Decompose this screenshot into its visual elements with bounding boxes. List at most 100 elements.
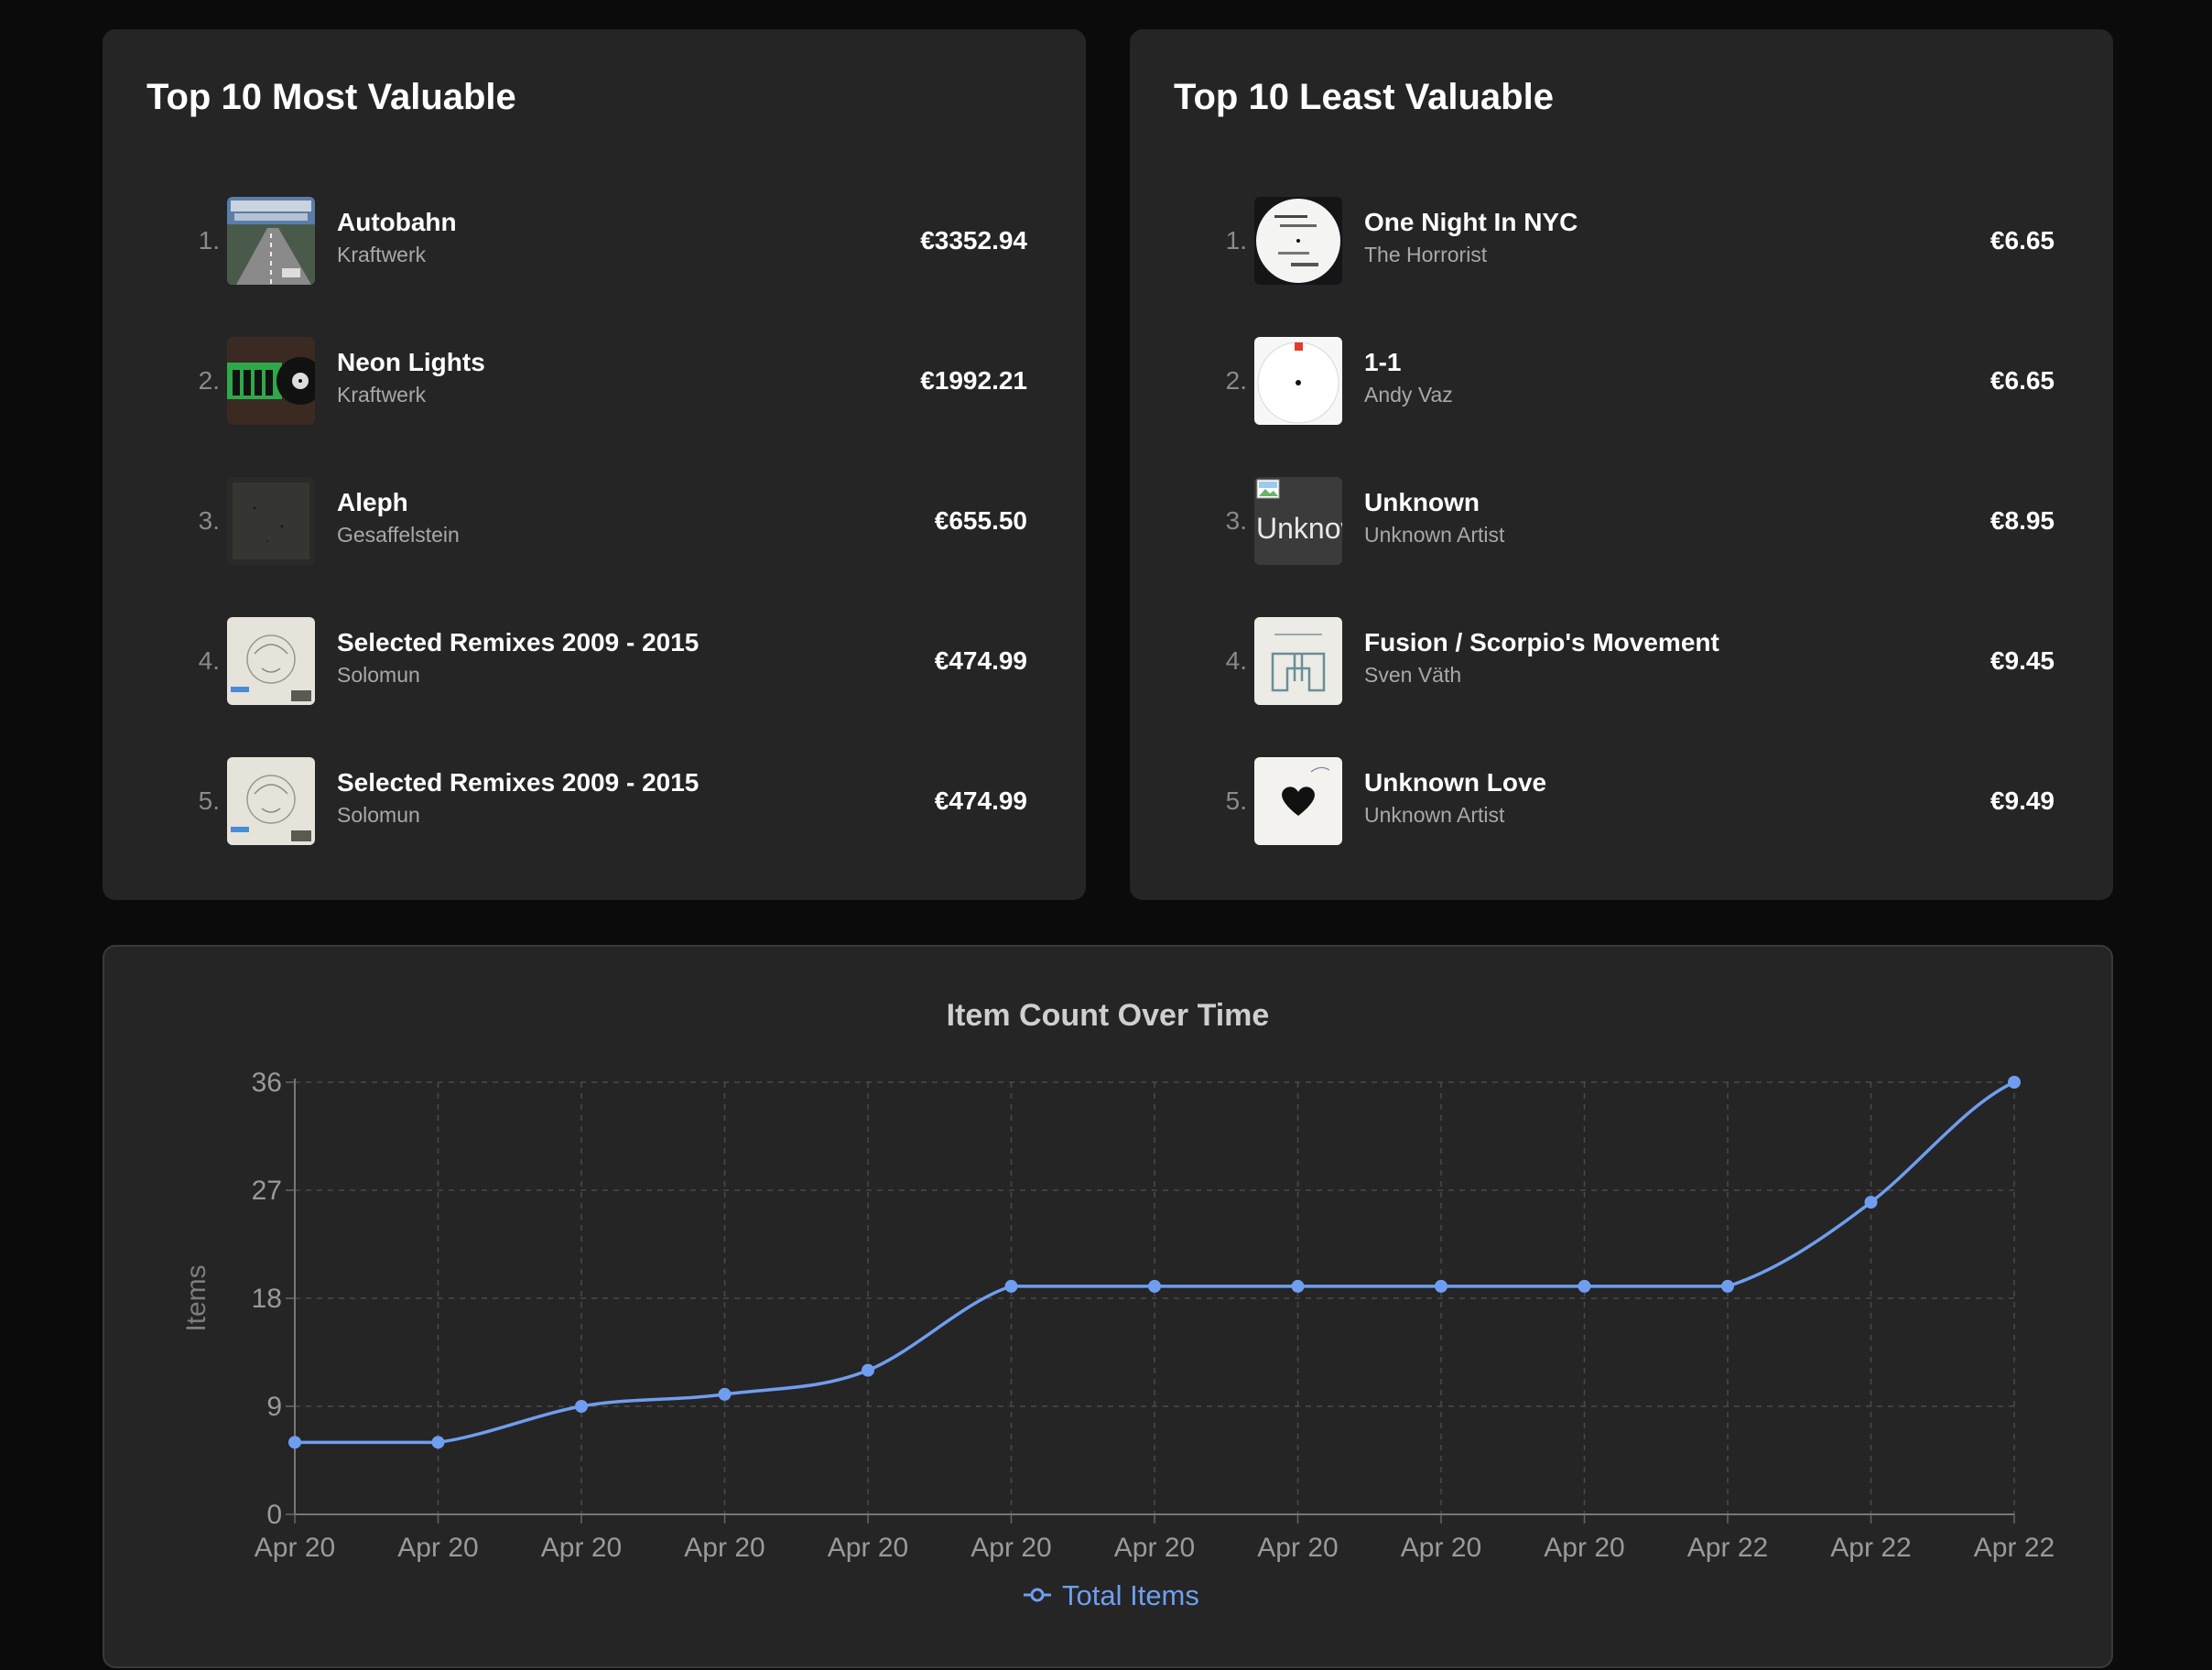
list-item[interactable]: 4. Selected Remixes 2009 - 2015 Solomun €47…: [103, 606, 1086, 716]
album-title: Selected Remixes 2009 - 2015: [337, 768, 699, 797]
rank-number: 2.: [1225, 366, 1247, 395]
x-tick-label: Apr 22: [1687, 1533, 1768, 1563]
album-title: Selected Remixes 2009 - 2015: [337, 628, 699, 656]
album-cover: [227, 617, 315, 705]
rank-number: 2.: [198, 366, 220, 395]
x-tick-label: Apr 20: [1401, 1533, 1481, 1563]
album-title: One Night In NYC: [1364, 208, 1578, 236]
list-item[interactable]: 2. Neon Lights Kraftwerk €1992.21: [103, 326, 1086, 436]
artist-name: Unknown Artist: [1364, 523, 1505, 547]
y-tick-label: 9: [266, 1392, 282, 1422]
data-point: [2008, 1076, 2021, 1089]
album-price: €3352.94: [920, 226, 1027, 255]
album-title: Neon Lights: [337, 348, 485, 376]
rank-number: 3.: [1225, 506, 1247, 535]
album-title: Fusion / Scorpio's Movement: [1364, 628, 1719, 656]
artist-name: Kraftwerk: [337, 383, 427, 407]
rank-number: 4.: [198, 646, 220, 675]
least-valuable-card: Top 10 Least Valuable 1. One Night In NYC…: [1130, 29, 2113, 900]
album-cover: [1254, 757, 1342, 845]
x-tick-label: Apr 22: [1830, 1533, 1911, 1563]
rank-number: 3.: [198, 506, 220, 535]
x-tick-label: Apr 20: [1114, 1533, 1195, 1563]
legend-label: Total Items: [1062, 1579, 1199, 1611]
x-tick-label: Apr 22: [1974, 1533, 2055, 1563]
data-point: [862, 1363, 874, 1377]
x-tick-label: Apr 20: [1544, 1533, 1624, 1563]
album-price: €655.50: [934, 506, 1027, 535]
album-title: 1-1: [1364, 348, 1402, 376]
album-cover: [1254, 337, 1342, 425]
rank-number: 1.: [198, 226, 220, 255]
album-cover: [227, 197, 315, 285]
list-item[interactable]: 4. Fusion / Scorpio's Movement Sven Väth €9…: [1130, 606, 2113, 716]
data-point: [718, 1387, 732, 1401]
y-tick-label: 0: [266, 1500, 282, 1530]
list-item[interactable]: 2. 1-1 Andy Vaz €6.65: [1130, 326, 2113, 436]
item-count-chart: 0 9 18 27 36 Apr 20 Apr 20 Apr 20 Apr 20 Apr 20 Ap…: [181, 1068, 2055, 1611]
rank-number: 4.: [1225, 646, 1247, 675]
most-valuable-title: Top 10 Most Valuable: [146, 77, 516, 117]
list-item[interactable]: 1. Autobahn Kraftwerk €3352.94: [103, 186, 1086, 296]
artist-name: Solomun: [337, 663, 420, 687]
data-point: [1578, 1279, 1591, 1293]
album-title: Unknown Love: [1364, 768, 1547, 797]
album-cover: [1254, 197, 1342, 285]
album-title: Unknown: [1364, 488, 1480, 516]
y-axis-label: Items: [181, 1264, 211, 1331]
album-cover: [1254, 617, 1342, 705]
album-cover: [227, 477, 315, 565]
legend-marker-icon: [1030, 1588, 1045, 1602]
album-price: €9.49: [1990, 786, 2055, 815]
album-price: €8.95: [1990, 506, 2055, 535]
list-item[interactable]: 1. One Night In NYC The Horrorist €6.65: [1130, 186, 2113, 296]
y-tick-label: 27: [252, 1176, 282, 1206]
most-valuable-card: Top 10 Most Valuable 1. Autobahn Kraftwerk…: [103, 29, 1086, 900]
album-cover: [227, 337, 315, 425]
list-item[interactable]: 5. Unknown Love Unknown Artist €9.49: [1130, 746, 2113, 856]
album-price: €9.45: [1990, 646, 2055, 675]
x-tick-label: Apr 20: [255, 1533, 335, 1563]
list-item[interactable]: 3. Unknow Unknown Unknown Artist €8.95: [1130, 466, 2113, 576]
item-count-chart-card: Item Count Over Time 0 9 18 27 36 Apr 20 Apr 2…: [103, 945, 2113, 1668]
x-tick-label: Apr 20: [541, 1533, 622, 1563]
data-point: [288, 1436, 301, 1449]
list-item[interactable]: 3. Aleph Gesaffelstein €655.50: [103, 466, 1086, 576]
album-cover: [227, 757, 315, 845]
x-tick-label: Apr 20: [684, 1533, 764, 1563]
x-tick-label: Apr 20: [397, 1533, 478, 1563]
album-price: €474.99: [934, 786, 1027, 815]
rank-number: 1.: [1225, 226, 1247, 255]
list-item[interactable]: 5. Selected Remixes 2009 - 2015 Solomun €47…: [103, 746, 1086, 856]
least-valuable-title: Top 10 Least Valuable: [1174, 77, 1554, 117]
y-tick-label: 18: [252, 1284, 282, 1314]
album-price: €1992.21: [920, 366, 1027, 395]
artist-name: Andy Vaz: [1364, 383, 1453, 407]
data-point: [1148, 1279, 1161, 1293]
album-price: €474.99: [934, 646, 1027, 675]
artist-name: The Horrorist: [1364, 243, 1488, 266]
data-point: [1864, 1196, 1878, 1209]
artist-name: Solomun: [337, 803, 420, 827]
broken-image-alt-text: Unknow: [1256, 512, 1342, 545]
data-point: [575, 1400, 588, 1413]
y-tick-label: 36: [252, 1068, 282, 1098]
album-title: Autobahn: [337, 208, 457, 236]
album-price: €6.65: [1990, 226, 2055, 255]
data-point: [1721, 1279, 1734, 1293]
broken-image-icon: Unknow: [1254, 477, 1342, 565]
x-tick-label: Apr 20: [828, 1533, 908, 1563]
data-point: [1004, 1279, 1018, 1293]
data-point: [1291, 1279, 1305, 1293]
x-tick-label: Apr 20: [1257, 1533, 1338, 1563]
album-price: €6.65: [1990, 366, 2055, 395]
artist-name: Kraftwerk: [337, 243, 427, 266]
data-point: [431, 1436, 445, 1449]
album-title: Aleph: [337, 488, 408, 516]
data-point: [1435, 1279, 1448, 1293]
album-cover: Unknow: [1254, 477, 1342, 565]
rank-number: 5.: [1225, 786, 1247, 815]
artist-name: Unknown Artist: [1364, 803, 1505, 827]
artist-name: Gesaffelstein: [337, 523, 460, 547]
x-tick-label: Apr 20: [970, 1533, 1051, 1563]
